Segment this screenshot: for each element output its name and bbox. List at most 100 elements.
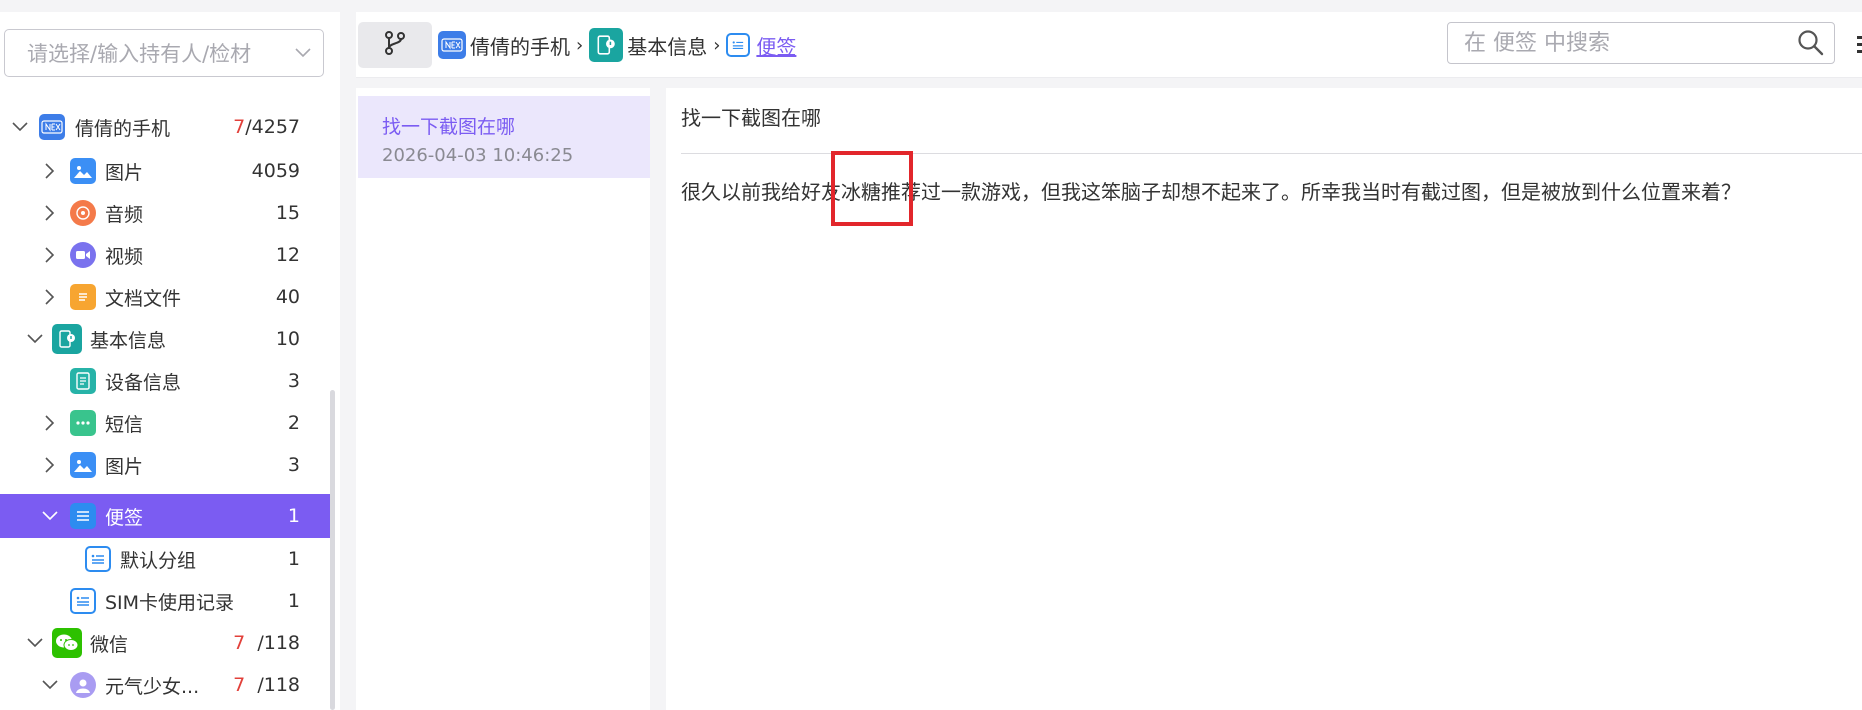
breadcrumb: 倩倩的手机 › 基本信息 › 便签 — [438, 24, 796, 66]
tree-item-count: 1 — [287, 590, 300, 612]
tree-item-count: 3 — [287, 370, 300, 392]
search-icon[interactable] — [1788, 29, 1834, 57]
breadcrumb-label: 便签 — [756, 34, 797, 59]
device-info-icon — [70, 368, 96, 394]
tree-item-count: 3 — [287, 454, 300, 476]
notes-group-icon — [726, 33, 751, 57]
tree-item-label: 图片 — [105, 161, 144, 184]
tree-item-label: SIM卡使用记录 — [105, 591, 235, 614]
note-item-time: 2026-04-03 10:46:25 — [382, 145, 574, 166]
tree-item-count: 1 — [287, 548, 300, 570]
tree-item-count: 7/4257 — [233, 116, 300, 138]
search-input[interactable] — [1464, 30, 1788, 56]
phone-next-icon — [39, 114, 65, 140]
wechat-icon — [52, 628, 82, 658]
tree-item-count: 12 — [275, 244, 300, 266]
sidebar-divider[interactable] — [340, 12, 356, 710]
tree-item-documents[interactable]: 文档文件 40 — [0, 276, 330, 318]
tree-item-count: 40 — [275, 286, 300, 308]
tree-item-images-basic[interactable]: 图片 3 — [0, 444, 330, 486]
tree-item-label: 设备信息 — [105, 371, 182, 394]
chevron-down-icon — [283, 48, 323, 58]
tree-item-label: 元气少女... — [105, 675, 200, 698]
tree-item-wechat[interactable]: 微信 7 /118 — [0, 622, 330, 664]
chevron-right-icon[interactable] — [40, 203, 60, 223]
tree-item-count: 10 — [275, 328, 300, 350]
breadcrumb-label: 基本信息 — [627, 34, 708, 59]
tree-item-count: 7 /118 — [233, 674, 300, 696]
more-icon — [1856, 36, 1862, 64]
tree-item-label: 基本信息 — [90, 329, 167, 352]
tree-item-device-info[interactable]: 设备信息 3 — [0, 360, 330, 402]
sim-record-icon — [70, 588, 96, 614]
document-icon — [70, 284, 96, 310]
tree-item-wechat-account[interactable]: 元气少女... 7 /118 — [0, 664, 330, 706]
notes-icon — [70, 503, 96, 529]
tree-item-label: 微信 — [90, 633, 129, 656]
tree-item-video[interactable]: 视频 12 — [0, 234, 330, 276]
sidebar-scrollbar[interactable] — [330, 390, 335, 710]
chevron-down-icon[interactable] — [25, 329, 45, 349]
chevron-right-icon[interactable] — [40, 287, 60, 307]
chevron-down-icon[interactable] — [25, 633, 45, 653]
tree-item-basic-info[interactable]: 基本信息 10 — [0, 318, 330, 360]
breadcrumb-phone[interactable]: 倩倩的手机 — [438, 31, 570, 60]
branch-icon — [381, 29, 409, 61]
tree-item-sms[interactable]: 短信 2 — [0, 402, 330, 444]
tree-item-label: 文档文件 — [105, 287, 182, 310]
note-item-title: 找一下截图在哪 — [382, 116, 516, 138]
audio-icon — [70, 200, 96, 226]
tree-item-images[interactable]: 图片 4059 — [0, 150, 330, 192]
more-options-button[interactable] — [1856, 30, 1862, 60]
basic-info-icon — [589, 28, 624, 62]
breadcrumb-label: 倩倩的手机 — [470, 34, 570, 59]
breadcrumb-notes[interactable]: 便签 — [726, 31, 796, 60]
highlight-annotation-box — [831, 151, 913, 226]
toolbar: 倩倩的手机 › 基本信息 › 便签 — [356, 12, 1862, 78]
chevron-down-icon[interactable] — [40, 506, 60, 526]
tree-item-audio[interactable]: 音频 15 — [0, 192, 330, 234]
holder-select-placeholder: 请选择/输入持有人/检材 — [27, 42, 252, 66]
holder-select[interactable]: 请选择/输入持有人/检材 — [4, 29, 324, 77]
sms-icon — [70, 410, 96, 436]
tree-item-label: 视频 — [105, 245, 144, 268]
tree-item-label: 短信 — [105, 413, 144, 436]
list-divider[interactable] — [650, 88, 666, 710]
tree-item-count: 7 /118 — [233, 632, 300, 654]
tree-item-count: 4059 — [251, 160, 300, 182]
tree-item-label: 音频 — [105, 203, 144, 226]
chevron-down-icon[interactable] — [40, 675, 60, 695]
tree-item-count: 15 — [275, 202, 300, 224]
tree-item-label: 默认分组 — [120, 549, 197, 572]
chevron-down-icon[interactable] — [10, 117, 30, 137]
list-item[interactable]: 找一下截图在哪 2026-04-03 10:46:25 — [358, 96, 650, 178]
content-gap — [356, 78, 1862, 88]
breadcrumb-separator: › — [576, 34, 584, 56]
search-box[interactable] — [1447, 22, 1835, 64]
chevron-right-icon[interactable] — [40, 413, 60, 433]
avatar-icon — [70, 672, 96, 698]
tree-item-sim-records[interactable]: SIM卡使用记录 1 — [0, 580, 330, 622]
chevron-right-icon[interactable] — [40, 245, 60, 265]
notes-list: 找一下截图在哪 2026-04-03 10:46:25 — [356, 88, 650, 710]
notes-group-icon — [85, 546, 111, 572]
tree-item-default-group[interactable]: 默认分组 1 — [0, 538, 330, 580]
tree-item-label: 图片 — [105, 455, 144, 478]
tree-item-label: 便签 — [105, 506, 144, 529]
chevron-right-icon[interactable] — [40, 161, 60, 181]
branch-button[interactable] — [358, 22, 432, 68]
tree-item-count: 1 — [287, 505, 300, 527]
tree-item-label: 倩倩的手机 — [75, 117, 171, 140]
basic-info-icon — [52, 324, 82, 354]
tree-item-phone[interactable]: 倩倩的手机 7/4257 — [0, 106, 330, 148]
tree-item-notes[interactable]: 便签 1 — [0, 494, 330, 538]
breadcrumb-separator: › — [713, 34, 721, 56]
breadcrumb-basic-info[interactable]: 基本信息 — [589, 28, 707, 62]
chevron-right-icon[interactable] — [40, 455, 60, 475]
image-icon — [70, 158, 96, 184]
video-icon — [70, 242, 96, 268]
phone-next-icon — [438, 31, 466, 59]
top-strip — [0, 0, 1862, 12]
image-icon — [70, 452, 96, 478]
tree-item-count: 2 — [287, 412, 300, 434]
